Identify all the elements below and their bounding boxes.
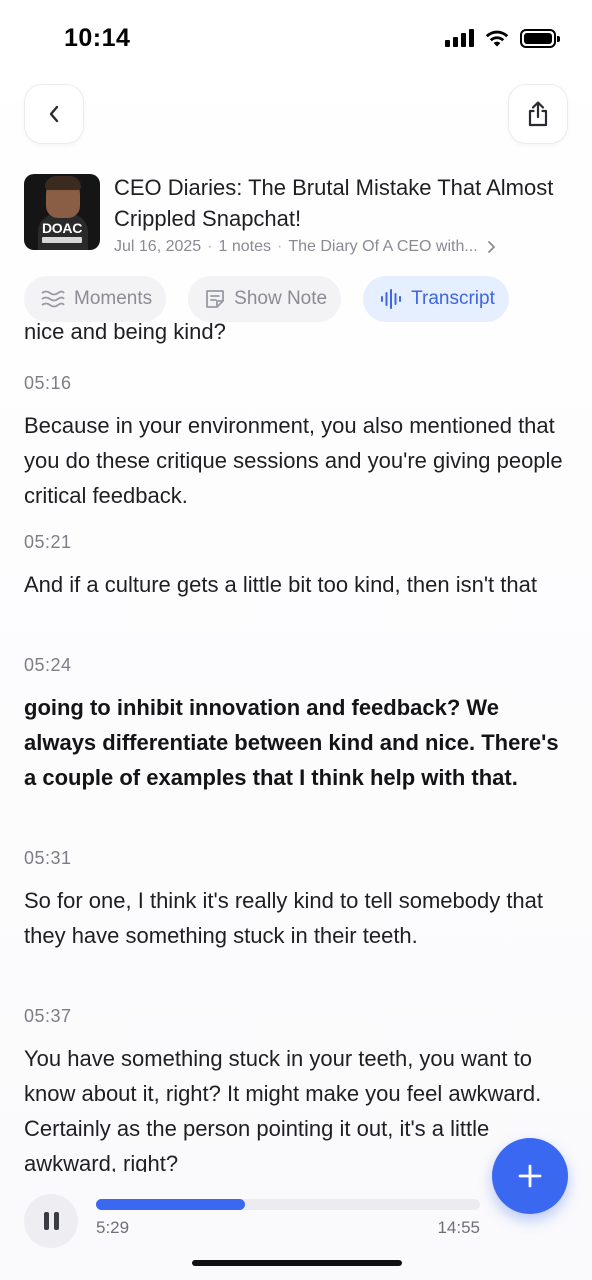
status-time: 10:14 bbox=[64, 24, 131, 52]
episode-notes-count: 1 notes bbox=[218, 238, 271, 255]
cellular-signal-icon bbox=[445, 29, 474, 47]
meta-separator: · bbox=[277, 238, 283, 255]
tab-show-note-label: Show Note bbox=[234, 288, 328, 309]
moments-icon bbox=[41, 290, 65, 308]
content-tabs: Moments Show Note Transcript bbox=[24, 276, 568, 322]
playback-progress-fill bbox=[96, 1199, 245, 1210]
total-time: 14:55 bbox=[437, 1218, 480, 1237]
pause-button[interactable] bbox=[24, 1194, 78, 1248]
meta-separator: · bbox=[207, 238, 213, 255]
share-button[interactable] bbox=[508, 84, 568, 144]
segment-text: You have something stuck in your teeth, … bbox=[24, 1046, 542, 1172]
cover-logo: DOAC bbox=[41, 220, 83, 236]
transcript-segment[interactable]: 05:21 And if a culture gets a little bit… bbox=[24, 531, 564, 602]
transcript-segment[interactable]: 05:37 You have something stuck in your t… bbox=[24, 1005, 564, 1172]
tab-transcript[interactable]: Transcript bbox=[363, 276, 509, 322]
share-icon bbox=[528, 101, 548, 127]
segment-text-current: going to inhibit innovation and feedback… bbox=[24, 695, 559, 790]
transcript-segment[interactable]: 05:16 Because in your environment, you a… bbox=[24, 372, 564, 513]
transcript-partial-line: nice and being kind? bbox=[24, 322, 226, 344]
status-bar: 10:14 bbox=[0, 0, 592, 84]
tab-moments-label: Moments bbox=[74, 288, 153, 309]
tab-transcript-label: Transcript bbox=[411, 288, 495, 309]
transcript-list[interactable]: nice and being kind? 05:16 Because in yo… bbox=[24, 322, 568, 1172]
waveform-icon bbox=[381, 289, 402, 309]
podcast-episode-screen: 10:14 DOAC CEO Diaries: The Brutal Mista… bbox=[0, 0, 592, 1280]
wifi-icon bbox=[485, 30, 509, 47]
segment-text: So for one, I think it's really kind to … bbox=[24, 888, 544, 948]
battery-icon bbox=[520, 28, 560, 48]
tab-show-note[interactable]: Show Note bbox=[188, 276, 342, 322]
segment-timestamp[interactable]: 05:37 bbox=[24, 1005, 564, 1027]
segment-text: Because in your environment, you also me… bbox=[24, 413, 563, 508]
segment-text: And if a culture gets a little bit too k… bbox=[24, 572, 537, 597]
tab-moments[interactable]: Moments bbox=[24, 276, 167, 322]
segment-timestamp[interactable]: 05:16 bbox=[24, 372, 564, 394]
episode-date: Jul 16, 2025 bbox=[114, 238, 202, 255]
home-indicator bbox=[192, 1260, 402, 1266]
episode-cover[interactable]: DOAC bbox=[24, 174, 100, 250]
segment-timestamp[interactable]: 05:31 bbox=[24, 847, 564, 869]
chevron-right-icon bbox=[487, 241, 495, 253]
episode-title: CEO Diaries: The Brutal Mistake That Alm… bbox=[114, 175, 554, 231]
playback-progress-bar[interactable] bbox=[96, 1199, 480, 1210]
episode-meta[interactable]: Jul 16, 2025 · 1 notes · The Diary Of A … bbox=[114, 238, 564, 256]
current-time: 5:29 bbox=[96, 1218, 130, 1237]
episode-header: DOAC CEO Diaries: The Brutal Mistake Tha… bbox=[24, 172, 568, 256]
segment-timestamp[interactable]: 05:24 bbox=[24, 654, 564, 676]
back-button[interactable] bbox=[24, 84, 84, 144]
segment-timestamp[interactable]: 05:21 bbox=[24, 531, 564, 553]
podcast-name: The Diary Of A CEO with... bbox=[288, 238, 478, 255]
status-icons bbox=[445, 28, 560, 48]
notes-icon bbox=[206, 290, 225, 308]
transcript-segment-current[interactable]: 05:24 going to inhibit innovation and fe… bbox=[24, 654, 564, 795]
add-note-button[interactable] bbox=[492, 1138, 568, 1214]
transcript-segment[interactable]: 05:31 So for one, I think it's really ki… bbox=[24, 847, 564, 953]
plus-icon bbox=[518, 1164, 542, 1188]
pause-icon bbox=[43, 1212, 49, 1230]
chevron-left-icon bbox=[49, 105, 59, 123]
